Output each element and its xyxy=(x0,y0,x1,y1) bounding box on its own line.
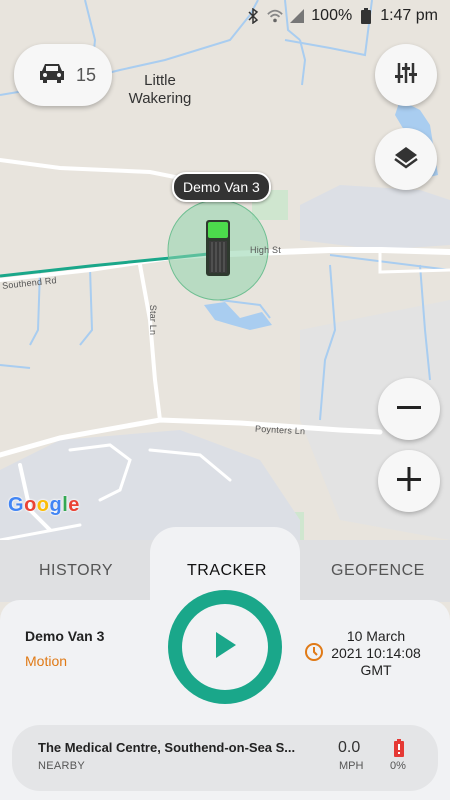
play-button[interactable] xyxy=(168,590,282,704)
speed-unit: MPH xyxy=(339,760,364,772)
vehicle-count: 15 xyxy=(76,64,97,85)
google-logo: Google xyxy=(8,494,80,516)
sliders-icon xyxy=(394,61,418,90)
van-marker-icon xyxy=(206,220,230,276)
road-label-star-ln: Star Ln xyxy=(148,304,159,336)
status-time: 1:47 pm xyxy=(380,7,438,24)
minus-icon xyxy=(396,394,422,425)
timestamp-date: 10 March xyxy=(346,628,406,644)
zoom-in-button[interactable] xyxy=(378,450,440,512)
bluetooth-icon xyxy=(245,8,261,24)
zoom-out-button[interactable] xyxy=(378,378,440,440)
plus-icon xyxy=(396,466,422,497)
road-label-high-st: High St xyxy=(250,245,281,255)
location-subtitle: NEARBY xyxy=(38,760,86,772)
play-icon xyxy=(212,630,238,665)
layers-button[interactable] xyxy=(375,128,437,190)
filter-button[interactable] xyxy=(375,44,437,106)
place-label: Little Wakering xyxy=(128,72,192,107)
tab-history[interactable]: HISTORY xyxy=(39,562,113,580)
speed-value: 0.0 xyxy=(338,739,361,756)
timestamp: 10 March 2021 10:14:08 GMT xyxy=(326,628,426,679)
battery-value: 0% xyxy=(390,760,406,772)
timestamp-time: 2021 10:14:08 xyxy=(331,645,421,661)
timestamp-zone: GMT xyxy=(360,662,392,678)
location-title: The Medical Centre, Southend-on-Sea S... xyxy=(38,740,296,755)
battery-alert-icon xyxy=(393,739,405,762)
layers-icon xyxy=(393,144,419,175)
wifi-icon xyxy=(267,8,284,24)
play-button-inner xyxy=(182,604,268,690)
vehicle-tag[interactable]: Demo Van 3 xyxy=(172,172,271,202)
status-bar: 100% 1:47 pm xyxy=(0,0,450,32)
vehicle-name: Demo Van 3 xyxy=(25,628,105,644)
tab-geofence[interactable]: GEOFENCE xyxy=(331,562,425,580)
signal-icon xyxy=(289,8,305,24)
vehicle-count-button[interactable]: 15 xyxy=(14,44,112,106)
battery-percent: 100% xyxy=(311,7,353,24)
battery-icon xyxy=(358,8,374,24)
tab-tracker[interactable]: TRACKER xyxy=(187,562,267,580)
car-icon xyxy=(38,62,66,89)
vehicle-status: Motion xyxy=(25,653,68,669)
location-card[interactable]: The Medical Centre, Southend-on-Sea S...… xyxy=(12,725,438,791)
clock-icon xyxy=(304,642,324,667)
